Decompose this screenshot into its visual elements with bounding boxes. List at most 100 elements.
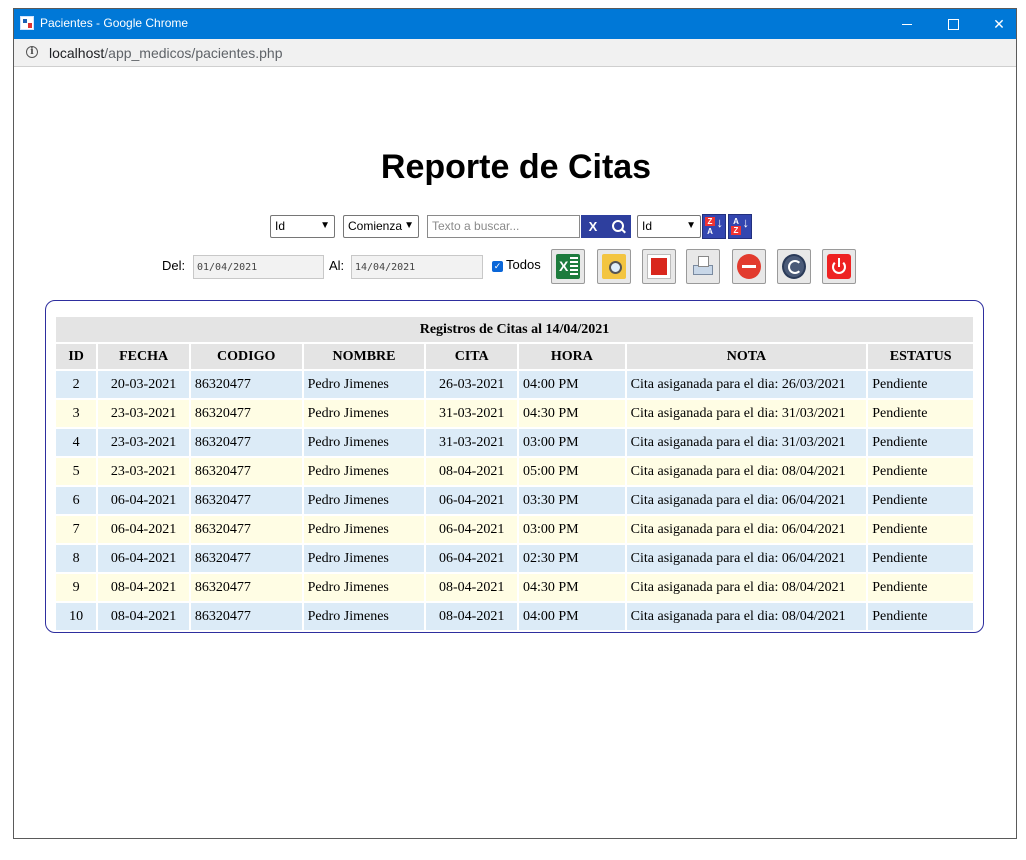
table-row[interactable]: 8 06-04-2021 86320477 Pedro Jimenes 06-04-20… (56, 545, 973, 572)
table-caption-row: Registros de Citas al 14/04/2021 (56, 317, 973, 342)
chevron-down-icon: ▼ (320, 220, 330, 231)
table-cell: 08-04-2021 (426, 603, 517, 630)
page-title: Reporte de Citas (380, 148, 652, 186)
column-header: CODIGO (190, 344, 302, 369)
address-bar[interactable]: i localhost/app_medicos/pacientes.php (14, 39, 1016, 67)
table-cell: Cita asiganada para el dia: 31/03/2021 (626, 400, 867, 427)
column-header: ESTATUS (868, 344, 973, 369)
column-header: NOMBRE (303, 344, 425, 369)
table-cell: 31-03-2021 (426, 400, 517, 427)
table-cell: 04:30 PM (518, 400, 625, 427)
table-cell: Pendiente (868, 371, 973, 398)
browser-window: Pacientes - Google Chrome ✕ i localhost/… (13, 8, 1017, 839)
print-button[interactable] (686, 249, 720, 284)
table-cell: Pendiente (868, 429, 973, 456)
table-cell: Pedro Jimenes (303, 400, 425, 427)
table-row[interactable]: 5 23-03-2021 86320477 Pedro Jimenes 08-04-20… (56, 458, 973, 485)
date-from-field[interactable]: 01/04/2021 (193, 255, 324, 279)
table-cell: 02:30 PM (518, 545, 625, 572)
cancel-button[interactable] (732, 249, 766, 284)
close-button[interactable]: ✕ (976, 9, 1022, 39)
table-cell: 3 (56, 400, 97, 427)
table-row[interactable]: 3 23-03-2021 86320477 Pedro Jimenes 31-03-20… (56, 400, 973, 427)
table-row[interactable]: 4 23-03-2021 86320477 Pedro Jimenes 31-03-20… (56, 429, 973, 456)
clear-search-button[interactable]: X (581, 215, 605, 238)
sort-descending-button[interactable]: AZ ↓ (728, 214, 752, 239)
table-cell: Pedro Jimenes (303, 429, 425, 456)
column-header: HORA (518, 344, 625, 369)
table-cell: 04:00 PM (518, 371, 625, 398)
url-path: /app_medicos/pacientes.php (104, 45, 283, 61)
table-cell: 08-04-2021 (426, 574, 517, 601)
pdf-icon (647, 254, 671, 279)
power-icon (827, 254, 851, 279)
maximize-icon (947, 18, 959, 30)
minimize-button[interactable] (884, 9, 930, 39)
del-label: Del: (162, 258, 186, 273)
exit-button[interactable] (822, 249, 856, 284)
search-icon-handle (621, 228, 626, 234)
search-folder-button[interactable] (597, 249, 631, 284)
table-cell: 03:30 PM (518, 487, 625, 514)
table-caption: Registros de Citas al 14/04/2021 (56, 317, 973, 342)
table-cell: Cita asiganada para el dia: 08/04/2021 (626, 574, 867, 601)
column-header: FECHA (98, 344, 189, 369)
table-cell: 20-03-2021 (98, 371, 189, 398)
table-cell: 86320477 (190, 574, 302, 601)
field-select[interactable]: Id ▼ (270, 215, 335, 238)
info-icon[interactable]: i (26, 46, 38, 58)
table-cell: Pedro Jimenes (303, 574, 425, 601)
url-host: localhost (49, 45, 105, 61)
refresh-icon (782, 254, 806, 279)
citas-table: Registros de Citas al 14/04/2021 ID FECH… (54, 315, 975, 632)
table-cell: 86320477 (190, 458, 302, 485)
search-placeholder: Texto a buscar... (432, 219, 520, 233)
table-row[interactable]: 9 08-04-2021 86320477 Pedro Jimenes 08-04-20… (56, 574, 973, 601)
title-bar: Pacientes - Google Chrome ✕ (14, 9, 1016, 39)
search-input[interactable]: Texto a buscar... (427, 215, 580, 238)
table-cell: 03:00 PM (518, 516, 625, 543)
maximize-button[interactable] (930, 9, 976, 39)
table-cell: 06-04-2021 (98, 487, 189, 514)
table-cell: Cita asiganada para el dia: 06/04/2021 (626, 487, 867, 514)
table-cell: 86320477 (190, 429, 302, 456)
folder-search-icon (602, 254, 626, 279)
column-header: ID (56, 344, 97, 369)
mode-select[interactable]: Comienza ▼ (343, 215, 419, 238)
table-cell: Cita asiganada para el dia: 06/04/2021 (626, 516, 867, 543)
table-cell: Pendiente (868, 545, 973, 572)
table-row[interactable]: 10 08-04-2021 86320477 Pedro Jimenes 08-04-2… (56, 603, 973, 630)
date-to-field[interactable]: 14/04/2021 (351, 255, 483, 279)
table-cell: 86320477 (190, 516, 302, 543)
table-cell: 06-04-2021 (98, 545, 189, 572)
url-text[interactable]: localhost/app_medicos/pacientes.php (49, 45, 283, 61)
sort-field-select[interactable]: Id ▼ (637, 215, 701, 238)
sort-ascending-button[interactable]: ZA ↓ (702, 214, 726, 239)
sort-descending-icon: AZ (731, 217, 741, 236)
table-cell: 08-04-2021 (98, 574, 189, 601)
todos-checkbox[interactable]: ✓ (492, 261, 503, 272)
table-cell: 23-03-2021 (98, 458, 189, 485)
field-select-value: Id (275, 219, 286, 233)
table-cell: 86320477 (190, 545, 302, 572)
chevron-down-icon: ▼ (686, 220, 696, 231)
arrow-down-icon: ↓ (742, 215, 750, 230)
table-row[interactable]: 2 20-03-2021 86320477 Pedro Jimenes 26-03-20… (56, 371, 973, 398)
export-pdf-button[interactable] (642, 249, 676, 284)
cancel-icon (737, 254, 761, 279)
table-cell: Pedro Jimenes (303, 545, 425, 572)
table-cell: 4 (56, 429, 97, 456)
table-cell: Pendiente (868, 574, 973, 601)
refresh-button[interactable] (777, 249, 811, 284)
table-cell: 03:00 PM (518, 429, 625, 456)
table-cell: 7 (56, 516, 97, 543)
table-cell: 31-03-2021 (426, 429, 517, 456)
table-cell: Pedro Jimenes (303, 371, 425, 398)
table-row[interactable]: 7 06-04-2021 86320477 Pedro Jimenes 06-04-20… (56, 516, 973, 543)
table-cell: Pedro Jimenes (303, 603, 425, 630)
table-cell: 8 (56, 545, 97, 572)
search-button[interactable] (605, 215, 631, 238)
export-excel-button[interactable] (551, 249, 585, 284)
table-cell: Cita asiganada para el dia: 08/04/2021 (626, 603, 867, 630)
table-row[interactable]: 6 06-04-2021 86320477 Pedro Jimenes 06-04-20… (56, 487, 973, 514)
